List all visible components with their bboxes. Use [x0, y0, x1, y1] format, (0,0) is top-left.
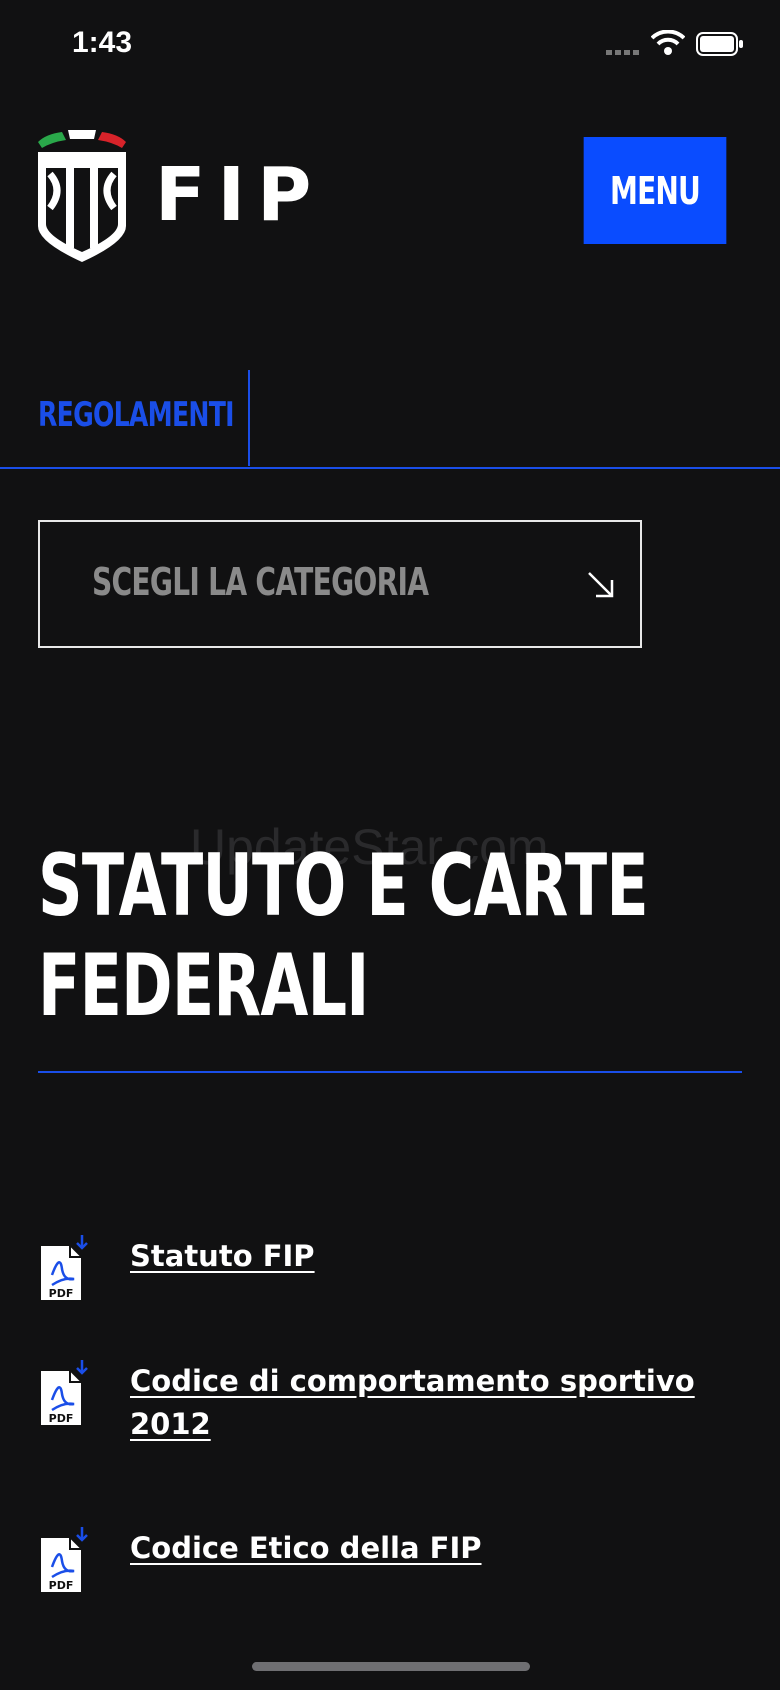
- logo-wordmark[interactable]: FIP: [155, 158, 323, 232]
- pdf-download-icon[interactable]: PDF: [38, 1235, 92, 1303]
- page-title-line-1: STATUTO E CARTE: [38, 836, 649, 936]
- battery-icon: [696, 32, 743, 56]
- arrow-down-right-icon: [588, 572, 614, 598]
- category-select-placeholder: SCEGLI LA CATEGORIA: [92, 560, 429, 604]
- pdf-badge: PDF: [49, 1287, 74, 1300]
- category-select[interactable]: SCEGLI LA CATEGORIA: [38, 520, 642, 648]
- pdf-badge: PDF: [49, 1412, 74, 1425]
- page-title: STATUTO E CARTE FEDERALI: [38, 836, 649, 1036]
- fip-logo-icon[interactable]: [36, 130, 128, 264]
- pdf-download-icon[interactable]: PDF: [38, 1360, 92, 1428]
- status-time: 1:43: [72, 26, 133, 59]
- document-link[interactable]: Codice di comportamento sportivo 2012: [130, 1360, 730, 1446]
- status-bar: 1:43: [0, 0, 780, 90]
- tabs-underline: [0, 467, 780, 469]
- tab-regolamenti[interactable]: REGOLAMENTI: [38, 395, 235, 435]
- document-link[interactable]: Codice Etico della FIP: [130, 1527, 730, 1570]
- page-title-line-2: FEDERALI: [38, 936, 369, 1036]
- home-indicator[interactable]: [252, 1662, 530, 1671]
- tab-divider: [248, 370, 250, 466]
- wifi-icon: [651, 30, 685, 55]
- menu-button[interactable]: MENU: [583, 137, 727, 244]
- document-link[interactable]: Statuto FIP: [130, 1235, 730, 1278]
- cellular-signal-icon: [606, 50, 639, 55]
- pdf-download-icon[interactable]: PDF: [38, 1527, 92, 1595]
- pdf-badge: PDF: [49, 1579, 74, 1592]
- title-underline: [38, 1071, 742, 1073]
